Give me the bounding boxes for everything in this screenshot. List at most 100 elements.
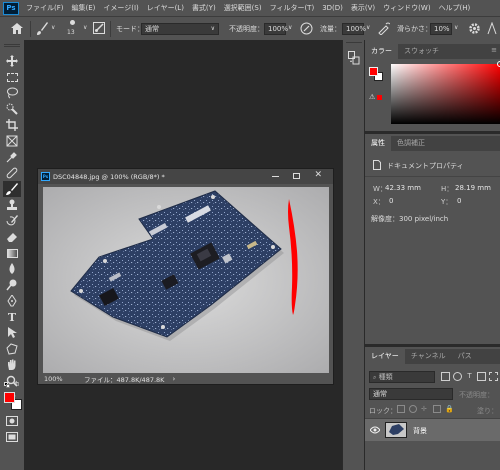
brush-picker[interactable]: 13 xyxy=(64,19,84,39)
brush-angle-icon[interactable] xyxy=(486,22,498,35)
eraser-tool[interactable] xyxy=(3,229,21,245)
lock-all-icon[interactable]: 🔒 xyxy=(445,405,454,413)
menu-layer[interactable]: レイヤー(L) xyxy=(143,3,188,13)
brush-tool[interactable] xyxy=(3,181,21,197)
default-colors-icon[interactable] xyxy=(4,382,12,388)
menu-3d[interactable]: 3D(D) xyxy=(318,4,347,12)
dodge-tool[interactable] xyxy=(3,277,21,293)
color-picker-field[interactable] xyxy=(391,61,500,124)
x-value[interactable]: 0 xyxy=(389,197,393,205)
maximize-icon[interactable] xyxy=(293,173,300,179)
chevron-down-icon[interactable]: ∨ xyxy=(83,24,87,31)
type-tool[interactable]: T xyxy=(3,309,21,325)
menu-filter[interactable]: フィルター(T) xyxy=(266,3,319,13)
move-tool[interactable] xyxy=(3,53,21,69)
tab-layers[interactable]: レイヤー xyxy=(365,349,405,364)
gamut-color-chip[interactable] xyxy=(377,95,382,100)
menu-type[interactable]: 書式(Y) xyxy=(188,3,220,13)
menu-view[interactable]: 表示(V) xyxy=(347,3,379,13)
eyedropper-tool[interactable] xyxy=(3,149,21,165)
move-icon xyxy=(6,55,18,67)
chevron-down-icon[interactable]: ∨ xyxy=(288,24,292,31)
type-filter-icon[interactable]: T xyxy=(465,372,474,381)
screen-mode-button[interactable] xyxy=(3,429,21,445)
zoom-level[interactable]: 100% xyxy=(44,375,74,383)
crop-tool[interactable] xyxy=(3,117,21,133)
pressure-opacity-icon[interactable] xyxy=(300,22,313,35)
healing-brush-tool[interactable] xyxy=(3,165,21,181)
menu-window[interactable]: ウィンドウ(W) xyxy=(379,3,434,13)
chevron-down-icon[interactable]: ∨ xyxy=(51,24,55,31)
airbrush-icon[interactable] xyxy=(377,22,390,35)
layer-row[interactable]: 背景 xyxy=(365,419,500,441)
shape-tool[interactable] xyxy=(3,341,21,357)
lock-paint-icon[interactable] xyxy=(409,405,417,413)
home-icon[interactable] xyxy=(11,23,23,34)
fg-color-box[interactable] xyxy=(369,67,378,76)
tab-properties[interactable]: 属性 xyxy=(365,136,391,151)
brush-tool-preset-icon[interactable] xyxy=(36,22,48,35)
layer-name[interactable]: 背景 xyxy=(413,426,427,436)
smoothing-input[interactable]: 10% xyxy=(430,23,452,35)
lock-artboard-icon[interactable] xyxy=(433,405,441,413)
flow-input[interactable]: 100% xyxy=(342,23,366,35)
foreground-color-swatch[interactable] xyxy=(4,392,15,403)
app-logo[interactable]: Ps xyxy=(3,1,19,15)
adjustment-filter-icon[interactable] xyxy=(453,372,462,381)
menu-help[interactable]: ヘルプ(H) xyxy=(435,3,475,13)
tab-swatches[interactable]: スウォッチ xyxy=(398,44,445,59)
quick-mask-button[interactable] xyxy=(3,413,21,429)
mode-select[interactable]: 通常 ∨ xyxy=(141,23,219,35)
layer-filter-select[interactable]: ⌕ 種類 xyxy=(369,371,435,383)
tab-channels[interactable]: チャンネル xyxy=(405,349,452,364)
hand-icon xyxy=(8,359,16,370)
gear-icon[interactable] xyxy=(468,22,481,35)
pixel-filter-icon[interactable] xyxy=(441,372,450,381)
menu-edit[interactable]: 編集(E) xyxy=(68,3,100,13)
path-select-tool[interactable] xyxy=(3,325,21,341)
chevron-down-icon[interactable]: ∨ xyxy=(366,24,370,31)
tools-panel: T ··· ↰ xyxy=(0,40,24,470)
eye-icon[interactable] xyxy=(370,426,380,434)
brush-settings-toggle[interactable] xyxy=(93,22,105,34)
history-brush-tool[interactable] xyxy=(3,213,21,229)
frame-tool[interactable] xyxy=(3,133,21,149)
lasso-tool[interactable] xyxy=(3,85,21,101)
marquee-tool[interactable] xyxy=(3,69,21,85)
width-value[interactable]: 42.33 mm xyxy=(385,184,421,192)
y-value[interactable]: 0 xyxy=(457,197,461,205)
tab-adjustments[interactable]: 色調補正 xyxy=(391,136,431,151)
panel-menu-icon[interactable]: ≡ xyxy=(491,46,497,54)
tab-color[interactable]: カラー xyxy=(365,44,398,59)
toolbar-grip[interactable] xyxy=(4,44,20,47)
shape-filter-icon[interactable] xyxy=(477,372,486,381)
pen-icon xyxy=(7,295,17,307)
blur-tool[interactable] xyxy=(3,261,21,277)
height-value[interactable]: 28.19 mm xyxy=(455,184,491,192)
opacity-input[interactable]: 100% xyxy=(264,23,288,35)
clone-stamp-tool[interactable] xyxy=(3,197,21,213)
history-icon[interactable] xyxy=(348,51,360,65)
blend-mode-select[interactable]: 通常 xyxy=(369,388,453,400)
smart-object-filter-icon[interactable] xyxy=(489,372,498,381)
minimize-icon[interactable] xyxy=(272,176,279,177)
swap-colors-icon[interactable]: ↰ xyxy=(14,380,20,388)
document-titlebar[interactable]: Ps DSC04848.jpg @ 100% (RGB/8*) * ✕ xyxy=(38,169,333,184)
chevron-down-icon: ∨ xyxy=(210,25,215,32)
menu-select[interactable]: 選択範囲(S) xyxy=(220,3,266,13)
pen-tool[interactable] xyxy=(3,293,21,309)
image-canvas[interactable] xyxy=(43,187,329,373)
quick-select-tool[interactable] xyxy=(3,101,21,117)
tab-paths[interactable]: パス xyxy=(452,349,478,364)
chevron-down-icon[interactable]: ∨ xyxy=(454,24,458,31)
menu-image[interactable]: イメージ(I) xyxy=(99,3,142,13)
chevron-right-icon[interactable]: › xyxy=(172,375,175,383)
document-window[interactable]: Ps DSC04848.jpg @ 100% (RGB/8*) * ✕ 100%… xyxy=(37,168,334,385)
strip-grip[interactable] xyxy=(346,42,362,44)
close-icon[interactable]: ✕ xyxy=(314,170,322,180)
hand-tool[interactable] xyxy=(3,357,21,373)
menu-file[interactable]: ファイル(F) xyxy=(22,3,68,13)
lock-position-icon[interactable]: ✛ xyxy=(421,405,429,413)
lock-pixels-icon[interactable] xyxy=(397,405,405,413)
gradient-tool[interactable] xyxy=(3,245,21,261)
